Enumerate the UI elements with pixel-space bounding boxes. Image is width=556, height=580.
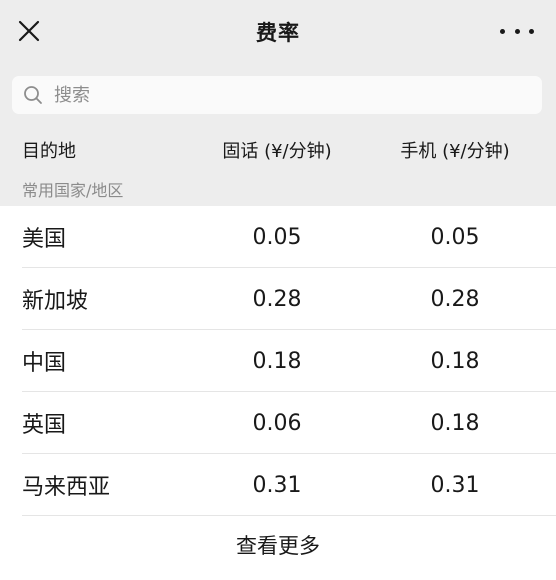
table-row[interactable]: 新加坡 0.28 0.28: [0, 268, 556, 330]
search-icon: [22, 84, 44, 106]
landline-rate: 0.05: [252, 224, 302, 250]
mobile-rate: 0.05: [430, 224, 480, 250]
mobile-rate: 0.28: [430, 286, 480, 312]
search-area: [0, 64, 556, 124]
search-input[interactable]: [52, 83, 516, 107]
table-header: 目的地 固话 (¥/分钟) 手机 (¥/分钟): [0, 124, 556, 176]
table-row[interactable]: 美国 0.05 0.05: [0, 206, 556, 268]
mobile-rate: 0.31: [430, 472, 480, 498]
section-label: 常用国家/地区: [0, 176, 556, 206]
destination-name: 马来西亚: [22, 475, 111, 500]
table-row[interactable]: 中国 0.18 0.18: [0, 330, 556, 392]
column-header-destination: 目的地: [22, 141, 76, 162]
mobile-rate: 0.18: [430, 348, 480, 374]
destination-name: 英国: [22, 413, 67, 438]
see-more-link[interactable]: 查看更多: [0, 516, 556, 574]
landline-rate: 0.31: [252, 472, 302, 498]
column-header-mobile: 手机 (¥/分钟): [400, 141, 510, 162]
more-icon: [500, 28, 505, 34]
top-bar: 费率: [0, 0, 556, 64]
rate-list: 美国 0.05 0.05 新加坡 0.28 0.28 中国 0.18 0.18 …: [0, 206, 556, 580]
landline-rate: 0.06: [252, 410, 302, 436]
landline-rate: 0.18: [252, 348, 302, 374]
destination-name: 美国: [22, 227, 67, 252]
destination-name: 中国: [22, 351, 67, 376]
table-row[interactable]: 英国 0.06 0.18: [0, 392, 556, 454]
mobile-rate: 0.18: [430, 410, 480, 436]
search-box[interactable]: [12, 76, 542, 114]
more-button[interactable]: [500, 20, 534, 42]
destination-name: 新加坡: [22, 289, 89, 314]
table-row[interactable]: 马来西亚 0.31 0.31: [0, 454, 556, 516]
column-header-landline: 固话 (¥/分钟): [222, 141, 332, 162]
landline-rate: 0.28: [252, 286, 302, 312]
more-icon-dot: [514, 28, 520, 34]
more-icon-dot: [529, 28, 534, 34]
page-title: 费率: [256, 21, 300, 45]
